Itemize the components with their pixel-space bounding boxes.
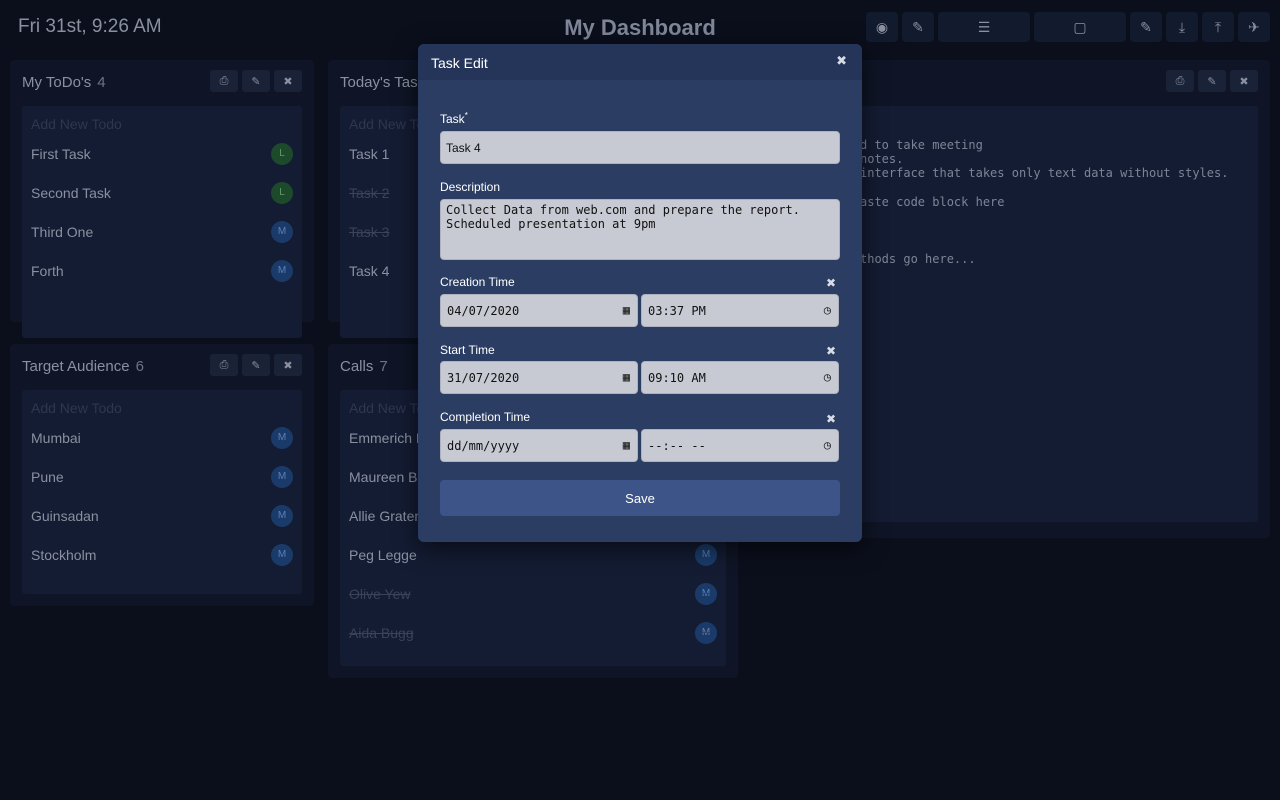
description-textarea[interactable]: Collect Data from web.com and prepare th… xyxy=(440,199,840,260)
pencil-icon[interactable]: ✎ xyxy=(242,70,270,92)
list-item[interactable]: Second Task L xyxy=(22,173,302,212)
calendar-icon[interactable]: ▦ xyxy=(623,303,630,317)
print-icon[interactable]: ⎙ xyxy=(1166,70,1194,92)
list-item[interactable]: Pune M xyxy=(22,457,302,496)
clear-creation-icon[interactable]: ✖ xyxy=(826,276,836,290)
priority-badge: L xyxy=(271,142,293,165)
todo-widget: My ToDo's 4 ⎙ ✎ ✖ Add New Todo First Task… xyxy=(10,60,314,338)
eye-slash-icon[interactable]: ◉ xyxy=(866,12,898,42)
header-toolbar: ◉ ✎ ☰ ▢ ✎ ⤓ ⤒ ✈ xyxy=(866,12,1270,42)
priority-badge: M xyxy=(695,582,717,605)
audience-list: Add New Todo Mumbai M Pune M Guinsadan M St… xyxy=(22,390,302,594)
pencil-icon[interactable]: ✎ xyxy=(242,354,270,376)
clock-icon[interactable]: ◷ xyxy=(824,438,831,452)
priority-badge: L xyxy=(271,181,293,204)
print-icon[interactable]: ⎙ xyxy=(210,354,238,376)
widget-title: Calls 7 xyxy=(340,358,388,375)
completion-time-input[interactable]: --:-- -- ◷ xyxy=(641,429,839,462)
completion-time-label: Completion Time xyxy=(440,410,531,424)
priority-badge: M xyxy=(271,504,293,527)
clock-icon[interactable]: ◷ xyxy=(824,370,831,384)
bird-logo-icon[interactable]: ✈ xyxy=(1238,12,1270,42)
item-count: 6 xyxy=(135,358,144,375)
close-icon[interactable]: ✖ xyxy=(1230,70,1258,92)
brush-icon[interactable]: ✎ xyxy=(902,12,934,42)
add-todo-input[interactable]: Add New Todo xyxy=(22,390,302,418)
start-time-input[interactable]: 09:10 AM ◷ xyxy=(641,361,839,394)
start-date-input[interactable]: 31/07/2020 ▦ xyxy=(440,361,638,394)
priority-badge: M xyxy=(271,465,293,488)
widget-actions: ⎙ ✎ ✖ xyxy=(210,70,302,92)
list-item[interactable]: First Task L xyxy=(22,134,302,173)
list-item[interactable]: Aida Bugg M xyxy=(340,613,726,652)
download-icon[interactable]: ⤓ xyxy=(1166,12,1198,42)
modal-header: Task Edit ✖ xyxy=(418,44,862,80)
priority-badge: M xyxy=(695,543,717,566)
close-icon[interactable]: ✖ xyxy=(274,354,302,376)
list-item[interactable]: Stockholm M xyxy=(22,535,302,574)
priority-badge: M xyxy=(695,621,717,644)
list-item[interactable]: Third One M xyxy=(22,212,302,251)
list-item[interactable]: Mumbai M xyxy=(22,418,302,457)
creation-time-input[interactable]: 03:37 PM ◷ xyxy=(641,294,839,327)
description-label: Description xyxy=(440,180,501,194)
creation-time-label: Creation Time xyxy=(440,275,515,289)
note-icon[interactable]: ▢ xyxy=(1034,12,1126,42)
upload-icon[interactable]: ⤒ xyxy=(1202,12,1234,42)
item-count: 4 xyxy=(97,74,106,91)
clear-completion-icon[interactable]: ✖ xyxy=(826,412,836,426)
close-icon[interactable]: ✖ xyxy=(836,53,847,69)
creation-date-input[interactable]: 04/07/2020 ▦ xyxy=(440,294,638,327)
widget-title: My ToDo's 4 xyxy=(22,74,106,91)
pencil-icon[interactable]: ✎ xyxy=(1198,70,1226,92)
list-item[interactable]: Olive Yew M xyxy=(340,574,726,613)
close-icon[interactable]: ✖ xyxy=(274,70,302,92)
pencil-icon[interactable]: ✎ xyxy=(1130,12,1162,42)
widget-actions: ⎙ ✎ ✖ xyxy=(210,354,302,376)
priority-badge: M xyxy=(271,220,293,243)
add-todo-input[interactable]: Add New Todo xyxy=(22,106,302,134)
completion-date-input[interactable]: dd/mm/yyyy ▦ xyxy=(440,429,638,462)
target-audience-widget: Target Audience 6 ⎙ ✎ ✖ Add New Todo Mumb… xyxy=(10,344,314,606)
save-button[interactable]: Save xyxy=(440,480,840,516)
clock-icon[interactable]: ◷ xyxy=(824,303,831,317)
widget-title: Target Audience 6 xyxy=(22,358,144,375)
todo-list: Add New Todo First Task L Second Task L Th… xyxy=(22,106,302,338)
priority-badge: M xyxy=(271,543,293,566)
task-label: Task* xyxy=(440,111,468,126)
list-item[interactable]: Forth M xyxy=(22,251,302,290)
priority-badge: M xyxy=(271,426,293,449)
calendar-icon[interactable]: ▦ xyxy=(623,370,630,384)
print-icon[interactable]: ⎙ xyxy=(210,70,238,92)
item-count: 7 xyxy=(379,358,388,375)
clear-start-icon[interactable]: ✖ xyxy=(826,344,836,358)
start-time-label: Start Time xyxy=(440,343,495,357)
task-input[interactable]: Task 4 xyxy=(440,131,840,164)
modal-title: Task Edit xyxy=(431,55,488,71)
task-edit-modal: Task Edit ✖ Task* Task 4 Description Col… xyxy=(418,44,862,542)
priority-badge: M xyxy=(271,259,293,282)
list-icon[interactable]: ☰ xyxy=(938,12,1030,42)
widget-actions: ⎙ ✎ ✖ xyxy=(1166,70,1258,92)
list-item[interactable]: Guinsadan M xyxy=(22,496,302,535)
calendar-icon[interactable]: ▦ xyxy=(623,438,630,452)
